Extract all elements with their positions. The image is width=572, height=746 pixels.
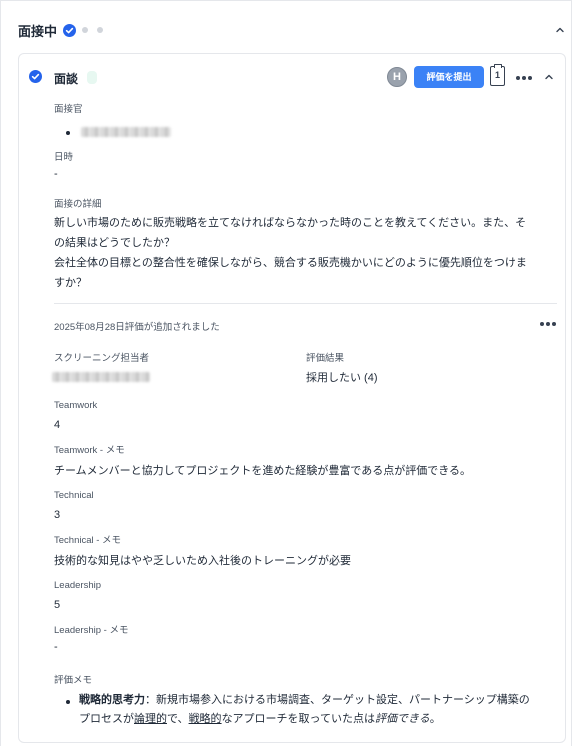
memo-underlined-text: 戦略的 [188, 713, 222, 725]
memo-text: で、 [167, 713, 189, 725]
divider [54, 303, 557, 304]
clipboard-icon[interactable]: 1 [490, 64, 505, 86]
criterion-label: Teamwork [54, 400, 98, 411]
interview-stage-panel: 面接中 面談 H 評価を提出 1 面接官 日時 - 面接の詳細 新しい市場のため… [0, 0, 572, 746]
criterion-memo: - [54, 641, 58, 653]
datetime-label: 日時 [54, 152, 74, 163]
bullet [66, 700, 70, 704]
stage-dot-icon [97, 27, 103, 33]
memo-text: ：新規市場参入における市場調査、ターゲット設定、パートナーシップ構築の [145, 694, 530, 706]
evaluation-added-text: 2025年08月28日評価が追加されました [54, 322, 220, 333]
stage-title: 面接中 [18, 24, 58, 39]
evaluation-memo-line: 戦略的思考力：新規市場参入における市場調査、ターゲット設定、パートナーシップ構築… [79, 691, 569, 710]
screener-label: スクリーニング担当者 [54, 353, 150, 364]
details-line: 会社全体の目標との整合性を確保しながら、競合する販売機かいにどのように優先順位を… [54, 257, 527, 269]
result-value: 採用したい (4) [306, 372, 378, 384]
bullet [66, 131, 70, 135]
check-circle-icon [63, 24, 76, 37]
criterion-memo-label: Leadership - メモ [54, 625, 129, 636]
evaluation-memo-label: 評価メモ [54, 675, 93, 686]
check-circle-icon [29, 70, 42, 83]
memo-text: 。 [429, 713, 441, 725]
status-badge [87, 71, 97, 84]
criterion-score: 3 [54, 509, 61, 521]
memo-underlined-text: 論理的 [134, 713, 167, 725]
memo-text: プロセスが [79, 713, 134, 725]
interviewer-name-redacted [81, 127, 171, 137]
stage-dot-icon [82, 27, 88, 33]
criterion-memo: チームメンバーと協力してプロジェクトを進めた経験が豊富である点が評価できる。 [54, 465, 472, 477]
criterion-label: Technical [54, 490, 94, 501]
details-line: 新しい市場のために販売戦略を立てなければならなかった時のことを教えてください。ま… [54, 217, 527, 229]
memo-bold-text: 戦略的思考力 [79, 694, 145, 706]
criterion-memo: 技術的な知見はやや乏しいため入社後のトレーニングが必要 [54, 555, 351, 567]
card-title: 面談 [54, 72, 79, 86]
more-horizontal-icon[interactable] [540, 322, 558, 328]
datetime-value: - [54, 168, 58, 180]
criterion-score: 4 [54, 419, 61, 431]
submit-evaluation-button[interactable]: 評価を提出 [414, 66, 484, 88]
interviewer-label: 面接官 [54, 104, 83, 115]
criterion-memo-label: Teamwork - メモ [54, 445, 125, 456]
more-horizontal-icon[interactable] [516, 76, 534, 82]
criterion-label: Leadership [54, 580, 102, 591]
details-line: の結果はどうでしたか？ [54, 237, 175, 249]
chevron-up-icon[interactable] [542, 70, 556, 84]
details-text: 新しい市場のために販売戦略を立てなければならなかった時のことを教えてください。ま… [54, 213, 562, 293]
result-label: 評価結果 [306, 353, 345, 364]
screener-name-redacted [52, 372, 150, 382]
details-line: すか？ [54, 277, 87, 289]
interview-card: 面談 H 評価を提出 1 面接官 日時 - 面接の詳細 新しい市場のために販売戦… [18, 53, 566, 743]
memo-text: なアプローチを取っていた点は [221, 713, 376, 725]
avatar[interactable]: H [387, 67, 407, 87]
criterion-score: 5 [54, 599, 61, 611]
details-label: 面接の詳細 [54, 199, 102, 210]
stage-header[interactable]: 面接中 [1, 1, 571, 53]
criterion-memo-label: Technical - メモ [54, 535, 122, 546]
chevron-up-icon[interactable] [553, 23, 567, 37]
memo-italic-text: 評価できる [375, 713, 430, 725]
evaluation-memo-line: プロセスが論理的で、戦略的なアプローチを取っていた点は評価できる。 [79, 710, 569, 729]
